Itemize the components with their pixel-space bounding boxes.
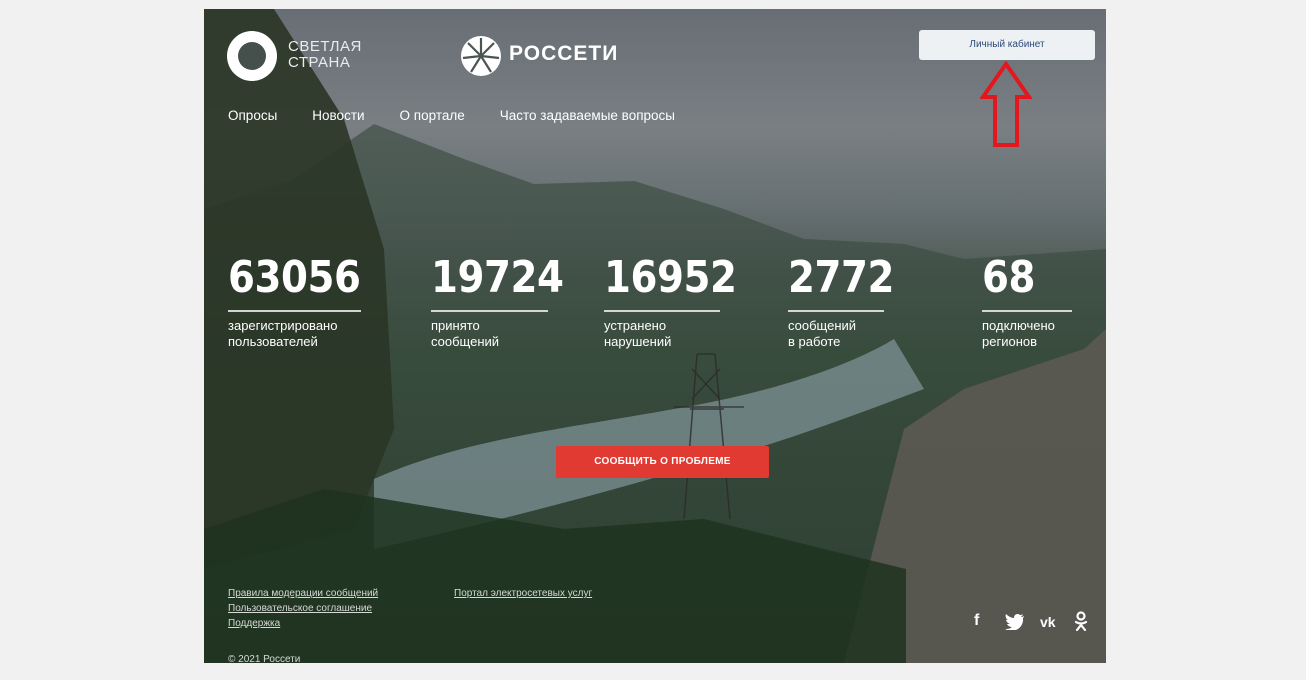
annotation-arrow-icon xyxy=(980,61,1032,147)
twitter-icon[interactable] xyxy=(1005,614,1025,630)
landing-page-screenshot: СВЕТЛАЯ СТРАНА РОССЕТИ Личный кабинет Оп… xyxy=(204,9,1106,663)
stat-divider xyxy=(982,310,1072,312)
vk-icon[interactable]: vk xyxy=(1040,614,1056,630)
footer-link-grid-services-portal[interactable]: Портал электросетевых услуг xyxy=(454,588,592,599)
nav-item-news[interactable]: Новости xyxy=(312,108,364,123)
rosseti-logo-text: РОССЕТИ xyxy=(509,42,619,65)
stat-registered-users: 63056 зарегистрировано пользователей xyxy=(228,252,361,350)
logo-text-line2: СТРАНА xyxy=(288,54,351,71)
svetlaya-strana-logo-icon[interactable] xyxy=(227,31,277,81)
nav-item-about[interactable]: О портале xyxy=(400,108,465,123)
stat-value: 19724 xyxy=(431,252,564,303)
odnoklassniki-icon[interactable] xyxy=(1074,611,1088,631)
stat-label: зарегистрировано пользователей xyxy=(228,318,338,349)
stat-value: 16952 xyxy=(604,252,737,303)
copyright-text: © 2021 Россети xyxy=(228,654,301,663)
logo-text-line1: СВЕТЛАЯ xyxy=(288,38,362,55)
stat-value: 68 xyxy=(982,252,1036,303)
footer-link-support[interactable]: Поддержка xyxy=(228,618,280,629)
rosseti-logo-icon xyxy=(461,36,501,76)
stat-divider xyxy=(431,310,548,312)
nav-item-faq[interactable]: Часто задаваемые вопросы xyxy=(500,108,675,123)
stat-label: устранено нарушений xyxy=(604,318,672,349)
stat-label: сообщений в работе xyxy=(788,318,857,349)
report-problem-button[interactable]: СООБЩИТЬ О ПРОБЛЕМЕ xyxy=(556,446,769,478)
stat-received-messages: 19724 принято сообщений xyxy=(431,252,564,350)
stat-divider xyxy=(788,310,884,312)
stat-value: 2772 xyxy=(788,252,895,303)
stat-label: принято сообщений xyxy=(431,318,500,349)
stat-value: 63056 xyxy=(228,252,361,303)
main-nav: Опросы Новости О портале Часто задаваемы… xyxy=(228,108,710,123)
nav-item-surveys[interactable]: Опросы xyxy=(228,108,277,123)
footer-link-moderation-rules[interactable]: Правила модерации сообщений xyxy=(228,588,378,599)
stat-divider xyxy=(604,310,720,312)
stat-label: подключено регионов xyxy=(982,318,1055,349)
stat-connected-regions: 68 подключено регионов xyxy=(982,252,1072,350)
footer-link-user-agreement[interactable]: Пользовательское соглашение xyxy=(228,603,372,614)
stat-divider xyxy=(228,310,361,312)
personal-cabinet-button[interactable]: Личный кабинет xyxy=(919,30,1095,60)
facebook-icon[interactable]: f xyxy=(974,612,979,630)
stat-fixed-violations: 16952 устранено нарушений xyxy=(604,252,737,350)
svetlaya-strana-logo-text: СВЕТЛАЯ СТРАНА xyxy=(288,39,362,71)
stat-messages-in-progress: 2772 сообщений в работе xyxy=(788,252,895,350)
